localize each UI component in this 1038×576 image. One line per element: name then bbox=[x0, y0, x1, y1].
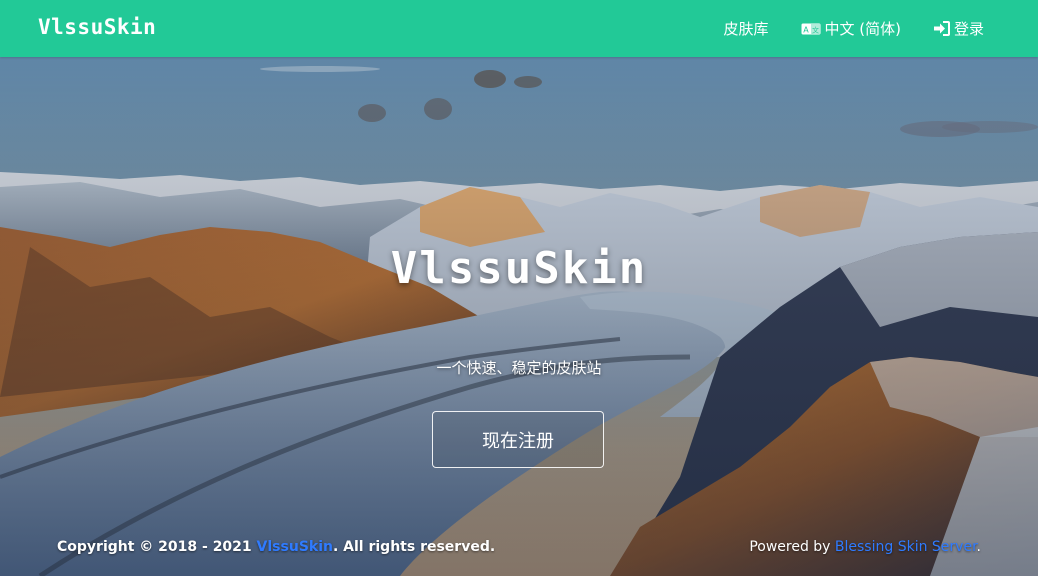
brand-logo-link[interactable]: VlssuSkin bbox=[38, 15, 156, 39]
copyright-suffix: . All rights reserved. bbox=[332, 539, 496, 555]
navbar-links: 皮肤库 A 文 中文 (简体) 登录 bbox=[723, 0, 984, 57]
nav-skin-library-label: 皮肤库 bbox=[723, 20, 769, 38]
register-now-button[interactable]: 现在注册 bbox=[432, 411, 604, 468]
top-navbar: VlssuSkin 皮肤库 A 文 中文 (简体) 登录 bbox=[0, 0, 1038, 57]
svg-text:文: 文 bbox=[812, 25, 819, 34]
powered-prefix: Powered by bbox=[749, 539, 835, 555]
mountain-glacier-background-image bbox=[0, 57, 1038, 576]
copyright-text: Copyright © 2018 - 2021 VlssuSkin. All r… bbox=[57, 539, 495, 555]
hero-footer: Copyright © 2018 - 2021 VlssuSkin. All r… bbox=[0, 537, 1038, 563]
sign-in-icon bbox=[933, 21, 950, 36]
hero-subtitle: 一个快速、稳定的皮肤站 bbox=[436, 359, 602, 377]
nav-language-selector[interactable]: A 文 中文 (简体) bbox=[801, 18, 901, 39]
copyright-prefix: Copyright © 2018 - 2021 bbox=[57, 539, 257, 555]
hero-section: VlssuSkin 一个快速、稳定的皮肤站 现在注册 Copyright © 2… bbox=[0, 57, 1038, 576]
nav-language-label: 中文 (简体) bbox=[824, 20, 901, 38]
nav-skin-library-link[interactable]: 皮肤库 bbox=[723, 18, 768, 39]
blessing-skin-server-link[interactable]: Blessing Skin Server bbox=[835, 539, 977, 555]
language-icon: A 文 bbox=[801, 22, 821, 36]
page: VlssuSkin 皮肤库 A 文 中文 (简体) 登录 VlssuSkin 一… bbox=[0, 0, 1038, 576]
powered-by-text: Powered by Blessing Skin Server. bbox=[749, 539, 981, 555]
hero-title: VlssuSkin bbox=[390, 243, 648, 294]
powered-suffix: . bbox=[976, 539, 981, 555]
copyright-site-link[interactable]: VlssuSkin bbox=[257, 539, 333, 555]
nav-login-link[interactable]: 登录 bbox=[933, 18, 984, 39]
svg-text:A: A bbox=[803, 25, 809, 34]
nav-login-label: 登录 bbox=[953, 20, 984, 38]
